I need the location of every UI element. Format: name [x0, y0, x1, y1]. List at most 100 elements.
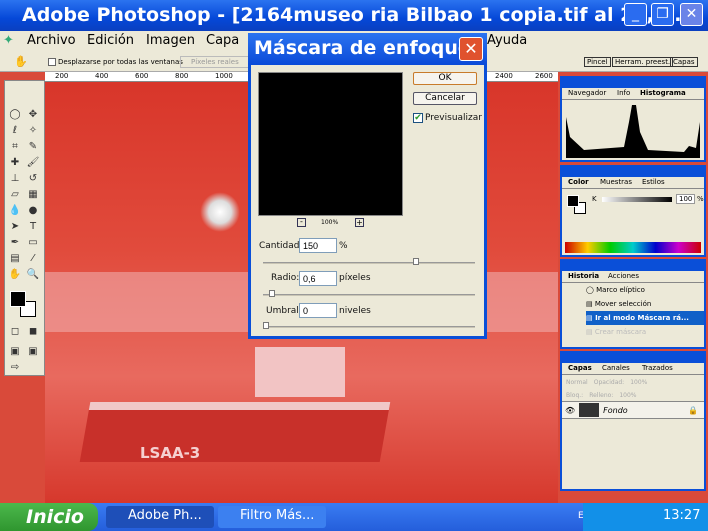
eye-icon[interactable]: 👁	[565, 406, 575, 415]
amount-slider[interactable]	[263, 262, 475, 264]
gradient-tool-icon[interactable]: ▦	[26, 189, 40, 201]
layers-tabs: Capas Canales Trazados	[562, 363, 704, 375]
brush-tool-icon[interactable]: 🖌	[26, 157, 40, 169]
amount-slider-thumb[interactable]	[413, 258, 420, 265]
close-button[interactable]: ✕	[680, 3, 703, 26]
tab-layers[interactable]: Capas	[568, 364, 592, 372]
menu-edicion[interactable]: Edición	[87, 33, 134, 48]
opacity-input[interactable]: 100%	[630, 379, 647, 386]
well-tab-layers[interactable]: Capas	[670, 57, 698, 67]
tab-paths[interactable]: Trazados	[642, 364, 673, 372]
radius-label: Radio:	[271, 273, 300, 283]
threshold-slider[interactable]	[263, 326, 475, 328]
history-item[interactable]: ▤ Crear máscara	[586, 325, 704, 339]
zoom-in-button[interactable]: +	[355, 218, 364, 227]
dialog-close-button[interactable]: ✕	[459, 37, 483, 61]
screen-mode-icon[interactable]: ▣	[8, 346, 22, 358]
street-light	[200, 192, 240, 232]
healing-brush-icon[interactable]: ✚	[8, 157, 22, 169]
crop-tool-icon[interactable]: ⌗	[8, 141, 22, 153]
menu-capa[interactable]: Capa	[206, 33, 239, 48]
history-item-active[interactable]: ▤ Ir al modo Máscara rá...	[586, 311, 704, 325]
start-label: Inicio	[26, 506, 84, 528]
panel-titlebar[interactable]	[562, 167, 704, 177]
quick-mask-icon[interactable]: ◼	[26, 326, 40, 338]
scroll-all-checkbox[interactable]	[48, 58, 56, 66]
tab-color[interactable]: Color	[568, 178, 589, 186]
dialog-title: Máscara de enfoque	[254, 37, 471, 59]
amount-input[interactable]	[299, 238, 337, 253]
layer-thumbnail	[579, 403, 600, 417]
tab-info[interactable]: Info	[617, 89, 630, 97]
menu-archivo[interactable]: Archivo	[27, 33, 76, 48]
magic-wand-icon[interactable]: ✧	[26, 125, 40, 137]
color-fg-swatch[interactable]	[567, 195, 579, 207]
foreground-color-swatch[interactable]	[10, 291, 26, 307]
move-tool-icon[interactable]: ✥	[26, 109, 40, 121]
marquee-tool-icon[interactable]: ◯	[8, 109, 22, 121]
stamp-tool-icon[interactable]: ⊥	[8, 173, 22, 185]
menu-ayuda[interactable]: Ayuda	[487, 33, 527, 48]
tab-swatches[interactable]: Muestras	[600, 178, 632, 186]
task-photoshop[interactable]: Adobe Ph...	[106, 506, 214, 528]
maximize-button[interactable]: ❐	[651, 3, 674, 26]
tab-actions[interactable]: Acciones	[608, 272, 639, 280]
menu-imagen[interactable]: Imagen	[146, 33, 195, 48]
radius-slider-thumb[interactable]	[269, 290, 276, 297]
color-ramp[interactable]	[565, 242, 701, 253]
path-select-icon[interactable]: ➤	[8, 221, 22, 233]
hand-tool-icon[interactable]: ✋	[14, 55, 28, 68]
history-item[interactable]: ◯ Marco elíptico	[586, 283, 704, 297]
clock: 13:27	[663, 508, 701, 523]
tab-histogram[interactable]: Histograma	[640, 89, 686, 97]
ok-button[interactable]: OK	[413, 72, 477, 85]
radius-slider[interactable]	[263, 294, 475, 296]
tab-history[interactable]: Historia	[568, 272, 599, 280]
lasso-tool-icon[interactable]: ℓ	[8, 125, 22, 137]
preview-checkbox[interactable]: ✔	[413, 113, 423, 123]
tab-styles[interactable]: Estilos	[642, 178, 665, 186]
zoom-tool-icon[interactable]: 🔍	[26, 269, 40, 281]
type-tool-icon[interactable]: T	[26, 221, 40, 233]
well-tab-brush[interactable]: Pincel	[584, 57, 611, 67]
panel-titlebar[interactable]	[562, 78, 704, 88]
standard-mode-icon[interactable]: ◻	[8, 326, 22, 338]
hand-tool-icon[interactable]: ✋	[8, 269, 22, 281]
toolbox: ◯ ✥ ℓ ✧ ⌗ ✎ ✚ 🖌 ⊥ ↺ ▱ ▦ 💧 ● ➤ T ✒ ▭ ▤ ⁄ …	[4, 80, 45, 376]
full-screen-icon[interactable]: ▣	[26, 346, 40, 358]
k-slider[interactable]	[602, 197, 672, 202]
panel-titlebar[interactable]	[562, 261, 704, 271]
pen-tool-icon[interactable]: ✒	[8, 237, 22, 249]
radius-input[interactable]	[299, 271, 337, 286]
shape-tool-icon[interactable]: ▭	[26, 237, 40, 249]
minimize-button[interactable]: _	[624, 3, 647, 26]
amount-label: Cantidad:	[259, 241, 303, 251]
history-item[interactable]: ▤ Mover selección	[586, 297, 704, 311]
tab-channels[interactable]: Canales	[602, 364, 630, 372]
tab-navigator[interactable]: Navegador	[568, 89, 606, 97]
blend-mode-select[interactable]: Normal	[566, 379, 588, 386]
history-item-label: Crear máscara	[594, 328, 647, 336]
dodge-tool-icon[interactable]: ●	[26, 205, 40, 217]
notes-tool-icon[interactable]: ▤	[8, 253, 22, 265]
imageready-icon[interactable]: ⇨	[8, 362, 22, 374]
task-filtro[interactable]: Filtro Más...	[218, 506, 326, 528]
start-button[interactable]: Inicio	[0, 503, 98, 531]
cancel-button[interactable]: Cancelar	[413, 92, 477, 105]
channel-label: K	[592, 195, 597, 203]
preview-area[interactable]	[258, 72, 403, 216]
threshold-slider-thumb[interactable]	[263, 322, 269, 329]
actual-pixels-button[interactable]: Píxeles reales	[180, 56, 250, 68]
fill-input[interactable]: 100%	[619, 392, 636, 399]
history-brush-icon[interactable]: ↺	[26, 173, 40, 185]
blur-tool-icon[interactable]: 💧	[8, 205, 22, 217]
k-value-input[interactable]: 100	[676, 194, 696, 204]
threshold-input[interactable]	[299, 303, 337, 318]
well-tab-presets[interactable]: Herram. preest.	[612, 57, 674, 67]
panel-titlebar[interactable]	[562, 353, 704, 363]
layer-row[interactable]: 👁 Fondo 🔒	[562, 401, 704, 419]
zoom-out-button[interactable]: -	[297, 218, 306, 227]
slice-tool-icon[interactable]: ✎	[26, 141, 40, 153]
eyedropper-icon[interactable]: ⁄	[26, 253, 40, 265]
eraser-tool-icon[interactable]: ▱	[8, 189, 22, 201]
